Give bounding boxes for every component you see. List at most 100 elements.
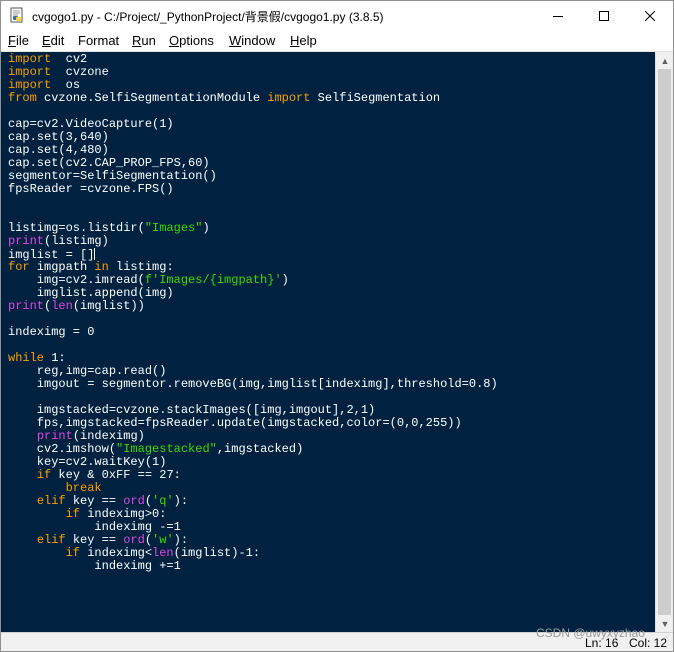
maximize-button[interactable] [581,1,627,31]
code-token: cvzone.SelfiSegmentationModule [36,91,268,105]
code-token: elif [36,533,66,547]
code-token: (imglist)) [72,299,145,313]
code-token: import [267,91,311,105]
code-token: segmentor=SelfiSegmentation() [8,169,217,183]
menu-run[interactable]: Run [132,33,156,48]
menu-window[interactable]: Window [229,33,275,48]
code-token: ): [173,533,189,547]
menu-label: Format [78,33,120,48]
code-token: fps,imgstacked=fpsReader.update(imgstack… [8,416,462,430]
code-editor[interactable]: import cv2 import cvzone import os from cvz… [1,52,655,632]
menu-mnemonic: W [229,33,242,48]
code-token: key & 0xFF == 27: [51,468,181,482]
menu-label: ptions [179,33,214,48]
code-token: cap=cv2.VideoCapture(1) [8,117,174,131]
code-token: f'Images/{imgpath}' [144,273,282,287]
code-token: reg,img=cap.read() [8,364,167,378]
text-cursor [94,248,96,260]
code-token: listimg: [108,260,174,274]
scroll-thumb[interactable] [658,69,671,615]
code-token: 'q' [152,494,174,508]
code-token: elif [36,494,66,508]
code-token: print [36,429,73,443]
csdn-watermark: CSDN @uwyxyzhao [536,626,645,640]
menu-label: dit [50,33,65,48]
code-line[interactable]: fpsReader =cvzone.FPS() [8,183,498,196]
code-token: ord [123,494,145,508]
code-token: os [51,78,81,92]
menu-mnemonic: H [290,33,300,48]
code-token: (imglist)-1: [173,546,261,560]
code-line[interactable]: import cvzone [8,66,498,79]
code-token: ): [173,494,189,508]
code-token: (indeximg) [72,429,145,443]
vertical-scrollbar[interactable]: ▲ ▼ [655,52,673,632]
code-token: SelfiSegmentation [310,91,441,105]
code-token: indeximg>0: [80,507,167,521]
code-token: imgpath [29,260,95,274]
code-token: len [152,546,174,560]
code-token: cap.set(3,640) [8,130,109,144]
menu-help[interactable]: Help [290,33,317,48]
close-button[interactable] [627,1,673,31]
code-token: ) [281,273,289,287]
minimize-button[interactable] [535,1,581,31]
menu-edit[interactable]: Edit [42,33,64,48]
menu-mnemonic: O [169,33,180,48]
code-token: print [8,234,45,248]
code-token: ) [202,221,210,235]
code-token: ord [123,533,145,547]
menu-file[interactable]: File [8,33,29,48]
code-line[interactable]: print(len(imglist)) [8,300,498,313]
idle-editor-window: cvgogo1.py - C:/Project/_PythonProject/背… [0,0,674,652]
code-token: ,imgstacked) [216,442,304,456]
code-token: if [65,507,81,521]
code-token: import [8,65,52,79]
code-token: cap.set(cv2.CAP_PROP_FPS,60) [8,156,210,170]
code-token: cap.set(4,480) [8,143,109,157]
code-line[interactable]: from cvzone.SelfiSegmentationModule impo… [8,92,498,105]
code-token: 'w' [152,533,174,547]
code-token: break [65,481,102,495]
code-token: print [8,299,45,313]
scroll-down-arrow[interactable]: ▼ [656,615,673,632]
code-token: in [94,260,109,274]
menu-format[interactable]: Format [78,33,119,48]
menu-label: ile [15,33,29,48]
code-token: imglist.append(img) [8,286,174,300]
code-line[interactable]: indeximg +=1 [8,560,498,573]
code-line[interactable]: print(listimg) [8,235,498,248]
code-line[interactable] [8,339,498,352]
code-token: indeximg -=1 [8,520,181,534]
code-line[interactable]: imgout = segmentor.removeBG(img,imglist[… [8,378,498,391]
menu-options[interactable]: Options [169,33,214,48]
code-token: fpsReader =cvzone.FPS() [8,182,174,196]
code-text[interactable]: import cv2 import cvzone import os from cvz… [8,53,498,573]
code-token: if [36,468,52,482]
scroll-up-arrow[interactable]: ▲ [656,52,673,69]
code-token: indeximg +=1 [8,559,181,573]
code-token: from [8,91,37,105]
close-icon [645,11,655,21]
code-token: cv2.imshow( [8,442,117,456]
code-line[interactable]: indeximg = 0 [8,326,498,339]
code-token: indeximg< [80,546,153,560]
code-token: cvzone [51,65,109,79]
title-bar[interactable]: cvgogo1.py - C:/Project/_PythonProject/背… [1,1,673,31]
code-token: key == [65,494,124,508]
code-line[interactable] [8,196,498,209]
code-token: cv2 [51,52,88,66]
code-token: listimg=os.listdir( [8,221,145,235]
code-token: key == [65,533,124,547]
code-token: imgout = segmentor.removeBG(img,imglist[… [8,377,498,391]
code-token: key=cv2.waitKey(1) [8,455,167,469]
code-token: indeximg = 0 [8,325,95,339]
python-file-icon [10,7,23,23]
code-token: ( [144,494,153,508]
